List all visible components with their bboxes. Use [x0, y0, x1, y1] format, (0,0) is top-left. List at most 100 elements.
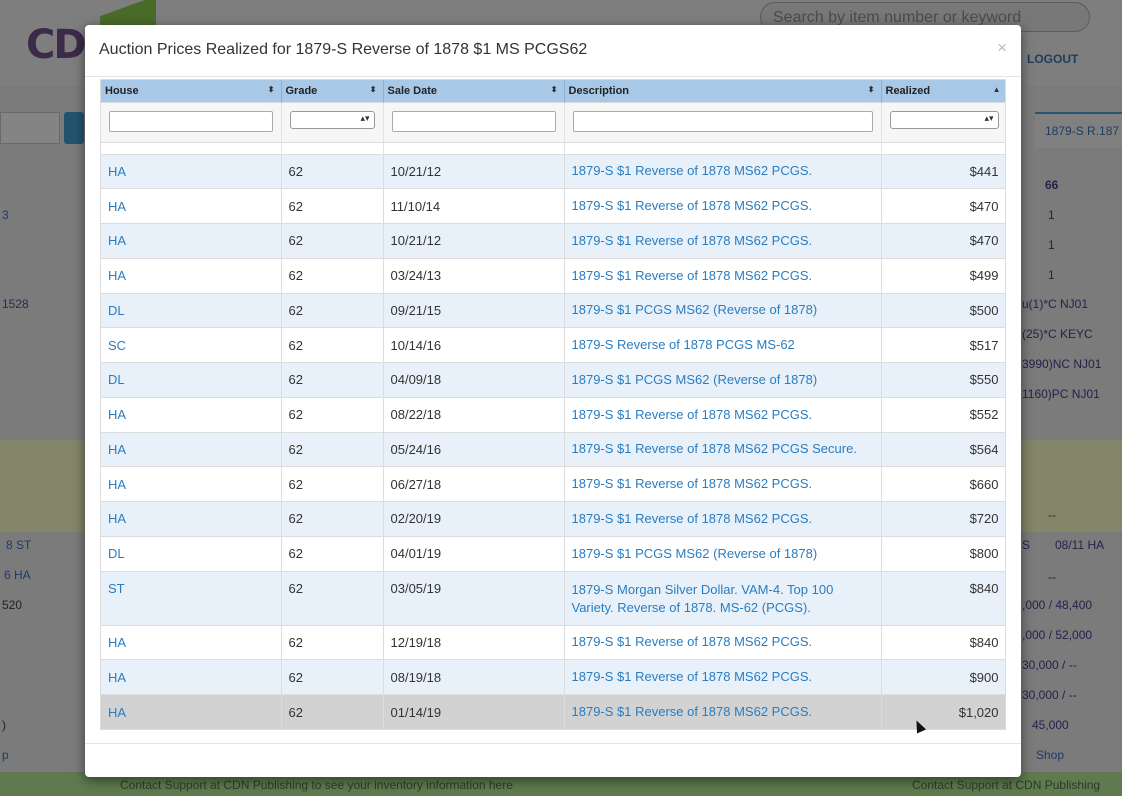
- filter-cell: [564, 101, 882, 142]
- filter-cell: [101, 101, 282, 142]
- logout-link[interactable]: LOGOUT: [1027, 52, 1078, 66]
- column-label: House: [105, 84, 139, 97]
- realized-cell: $840: [881, 624, 1005, 660]
- table-row[interactable]: DL 62 04/09/18 1879-S $1 PCGS MS62 (Reverse…: [101, 362, 1005, 398]
- background-value: S: [1022, 538, 1031, 552]
- house-cell[interactable]: HA: [101, 659, 282, 695]
- description-link[interactable]: 1879-S $1 PCGS MS62 (Reverse of 1878): [564, 535, 882, 571]
- house-cell[interactable]: HA: [101, 431, 282, 467]
- house-cell[interactable]: DL: [101, 292, 282, 328]
- description-link[interactable]: 1879-S $1 Reverse of 1878 MS62 PCGS.: [564, 501, 882, 537]
- table-row[interactable]: HA 62 02/20/19 1879-S $1 Reverse of 1878 MS…: [101, 501, 1005, 537]
- table-row[interactable]: HA 62 06/27/18 1879-S $1 Reverse of 1878 MS…: [101, 466, 1005, 502]
- house-cell[interactable]: HA: [101, 624, 282, 660]
- description-link[interactable]: 1879-S $1 Reverse of 1878 MS62 PCGS.: [564, 153, 882, 189]
- grade-cell: 62: [281, 694, 384, 729]
- close-icon[interactable]: ×: [997, 39, 1007, 56]
- house-cell[interactable]: SC: [101, 327, 282, 363]
- grade-cell: 62: [281, 223, 384, 259]
- description-link[interactable]: 1879-S $1 Reverse of 1878 MS62 PCGS.: [564, 694, 882, 729]
- background-value: --: [1048, 508, 1056, 522]
- background-button[interactable]: [64, 112, 84, 144]
- sale-date-filter-input[interactable]: [391, 110, 556, 132]
- house-cell[interactable]: HA: [101, 223, 282, 259]
- column-header-grade[interactable]: Grade ⬍: [281, 80, 384, 102]
- table-row[interactable]: HA 62 01/14/19 1879-S $1 Reverse of 1878 MS…: [101, 694, 1005, 729]
- sale-date-cell: 08/22/18: [383, 396, 565, 432]
- table-row[interactable]: SC 62 10/14/16 1879-S Reverse of 1878 PCGS …: [101, 327, 1005, 363]
- table-row[interactable]: HA 62 05/24/16 1879-S $1 Reverse of 1878 MS…: [101, 431, 1005, 467]
- table-row[interactable]: HA 62 03/24/13 1879-S $1 Reverse of 1878 MS…: [101, 257, 1005, 293]
- table-row[interactable]: HA 62 12/19/18 1879-S $1 Reverse of 1878 MS…: [101, 624, 1005, 660]
- background-value: 1: [1048, 268, 1055, 282]
- table-row[interactable]: HA 62 08/22/18 1879-S $1 Reverse of 1878 MS…: [101, 396, 1005, 432]
- auction-prices-modal: Auction Prices Realized for 1879-S Rever…: [85, 25, 1021, 777]
- house-cell[interactable]: HA: [101, 694, 282, 729]
- table-row[interactable]: HA 62 10/21/12 1879-S $1 Reverse of 1878 MS…: [101, 153, 1005, 189]
- description-link[interactable]: 1879-S $1 PCGS MS62 (Reverse of 1878): [564, 362, 882, 398]
- realized-cell: $517: [881, 327, 1005, 363]
- background-code: (25)*C KEYC: [1022, 327, 1093, 341]
- grade-cell: 62: [281, 257, 384, 293]
- column-header-realized[interactable]: Realized ▲: [881, 80, 1005, 102]
- description-link[interactable]: 1879-S $1 Reverse of 1878 MS62 PCGS.: [564, 257, 882, 293]
- description-link[interactable]: 1879-S Morgan Silver Dollar. VAM-4. Top …: [564, 570, 882, 625]
- house-cell[interactable]: HA: [101, 466, 282, 502]
- house-cell[interactable]: DL: [101, 535, 282, 571]
- background-value: --: [1048, 570, 1056, 584]
- description-link[interactable]: 1879-S $1 Reverse of 1878 MS62 PCGS.: [564, 466, 882, 502]
- description-link[interactable]: 1879-S $1 Reverse of 1878 MS62 PCGS.: [564, 396, 882, 432]
- sort-icon: ⬍: [550, 85, 558, 94]
- table-row[interactable]: DL 62 04/01/19 1879-S $1 PCGS MS62 (Reverse…: [101, 535, 1005, 571]
- background-input[interactable]: [0, 112, 60, 144]
- background-code: 1160)PC NJ01: [1022, 387, 1100, 401]
- sale-date-cell: 05/24/16: [383, 431, 565, 467]
- description-link[interactable]: 1879-S $1 Reverse of 1878 MS62 PCGS.: [564, 659, 882, 695]
- background-value: 45,000: [1032, 718, 1069, 732]
- house-cell[interactable]: HA: [101, 501, 282, 537]
- filter-cell: ▴▾: [281, 101, 384, 142]
- table-row[interactable]: HA 62 08/19/18 1879-S $1 Reverse of 1878 MS…: [101, 659, 1005, 695]
- house-cell[interactable]: HA: [101, 257, 282, 293]
- spacer-cell: [383, 141, 565, 154]
- sale-date-cell: 03/24/13: [383, 257, 565, 293]
- background-code: u(1)*C NJ01: [1022, 297, 1089, 311]
- background-value: 3: [2, 208, 9, 222]
- realized-cell: $1,020: [881, 694, 1005, 729]
- sale-date-cell: 06/27/18: [383, 466, 565, 502]
- table-row[interactable]: HA 62 11/10/14 1879-S $1 Reverse of 1878 MS…: [101, 188, 1005, 224]
- modal-title: Auction Prices Realized for 1879-S Rever…: [99, 41, 588, 58]
- house-filter-input[interactable]: [109, 110, 273, 132]
- description-link[interactable]: 1879-S $1 Reverse of 1878 MS62 PCGS.: [564, 624, 882, 660]
- column-header-house[interactable]: House ⬍: [101, 80, 282, 102]
- background-value: ,000 / 52,000: [1022, 628, 1093, 642]
- table-row[interactable]: ST 62 03/05/19 1879-S Morgan Silver Dollar.…: [101, 570, 1005, 625]
- realized-cell: $500: [881, 292, 1005, 328]
- house-cell[interactable]: HA: [101, 153, 282, 189]
- description-link[interactable]: 1879-S $1 Reverse of 1878 MS62 PCGS.: [564, 223, 882, 259]
- house-cell[interactable]: HA: [101, 188, 282, 224]
- grade-filter-select[interactable]: ▴▾: [289, 110, 375, 129]
- column-label: Description: [568, 84, 630, 97]
- description-link[interactable]: 1879-S $1 Reverse of 1878 MS62 PCGS.: [564, 188, 882, 224]
- description-link[interactable]: 1879-S Reverse of 1878 PCGS MS-62: [564, 327, 882, 363]
- house-cell[interactable]: ST: [101, 570, 282, 625]
- column-label: Grade: [285, 84, 318, 97]
- table-row[interactable]: DL 62 09/21/15 1879-S $1 PCGS MS62 (Reverse…: [101, 292, 1005, 328]
- background-tab[interactable]: 1879-S R.187: [1035, 112, 1122, 148]
- shop-link[interactable]: Shop: [1036, 748, 1064, 762]
- description-filter-input[interactable]: [572, 110, 873, 132]
- description-link[interactable]: 1879-S $1 Reverse of 1878 MS62 PCGS Secu…: [564, 431, 882, 467]
- column-header-sale-date[interactable]: Sale Date ⬍: [383, 80, 565, 102]
- house-cell[interactable]: DL: [101, 362, 282, 398]
- description-link[interactable]: 1879-S $1 PCGS MS62 (Reverse of 1878): [564, 292, 882, 328]
- column-header-description[interactable]: Description ⬍: [564, 80, 882, 102]
- table-row[interactable]: HA 62 10/21/12 1879-S $1 Reverse of 1878 MS…: [101, 223, 1005, 259]
- prices-table-container[interactable]: House ⬍ Grade ⬍ Sale Date ⬍ Description ⬍ Re…: [100, 79, 1006, 730]
- sale-date-cell: 10/21/12: [383, 223, 565, 259]
- realized-filter-select[interactable]: ▴▾: [889, 110, 999, 129]
- house-cell[interactable]: HA: [101, 396, 282, 432]
- sort-ascending-icon: ▲: [992, 85, 1001, 94]
- footer-text: Contact Support at CDN Publishing: [912, 778, 1101, 792]
- background-value: 520: [2, 598, 23, 612]
